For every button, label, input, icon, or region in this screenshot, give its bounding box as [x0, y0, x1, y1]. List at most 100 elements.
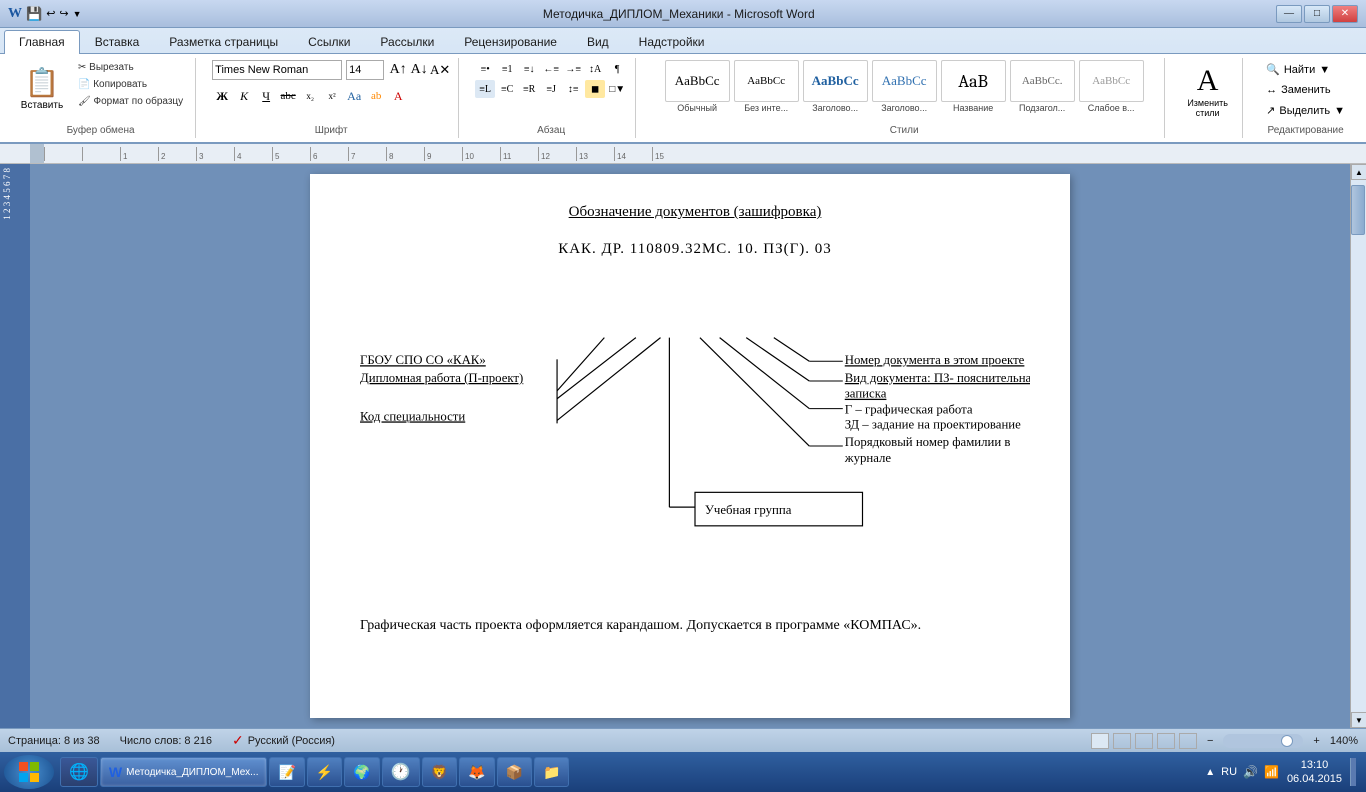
diagram-area: ГБОУ СПО СО «КАК» Дипломная работа (П-пр… [360, 288, 1030, 608]
subscript-button[interactable]: x₂ [300, 86, 320, 106]
main-area: 1 2 3 4 5 6 7 8 Обозначение документов (… [0, 164, 1366, 728]
underline-button[interactable]: Ч [256, 86, 276, 106]
scroll-thumb[interactable] [1351, 185, 1365, 235]
label-kod-text: Код специальности [360, 409, 465, 423]
font-name-row: A↑ A↓ A✕ [212, 60, 450, 80]
style-normal[interactable]: AaBbCс Обычный [665, 60, 730, 113]
zoom-slider[interactable] [1223, 734, 1303, 748]
line-g [720, 338, 810, 409]
clear-format-button[interactable]: A✕ [430, 60, 450, 80]
bullets-button[interactable]: ≡• [475, 60, 495, 78]
align-left-button[interactable]: ≡L [475, 80, 495, 98]
tab-home[interactable]: Главная [4, 30, 80, 54]
cut-button[interactable]: ✂ Вырезать [74, 60, 187, 75]
style-heading1[interactable]: AaBbCс Заголово... [803, 60, 868, 113]
start-button[interactable] [4, 755, 54, 789]
change-styles-label[interactable]: Изменитьстили [1187, 98, 1228, 118]
scroll-area: Обозначение документов (зашифровка) КАК.… [30, 164, 1350, 728]
shrink-font-button[interactable]: A↓ [409, 60, 429, 80]
taskbar-chrome[interactable]: 🌐 [60, 757, 98, 787]
format-painter-button[interactable]: 🖌 Формат по образцу [74, 94, 187, 109]
tab-layout[interactable]: Разметка страницы [154, 30, 293, 53]
tab-mailings[interactable]: Рассылки [365, 30, 449, 53]
style-no-spacing[interactable]: AaBbCс Без инте... [734, 60, 799, 113]
tray-up-arrow-icon[interactable]: ▲ [1205, 767, 1215, 778]
border-button[interactable]: □▼ [607, 80, 627, 98]
style-heading2[interactable]: AaBbCс Заголово... [872, 60, 937, 113]
draft-button[interactable] [1179, 733, 1197, 749]
change-styles-button[interactable]: A [1197, 64, 1219, 98]
qat-dropdown-icon[interactable]: ▼ [73, 9, 82, 19]
copy-button[interactable]: 📄 Копировать [74, 77, 187, 92]
tab-addins[interactable]: Надстройки [624, 30, 720, 53]
align-center-button[interactable]: ≡C [497, 80, 517, 98]
right-scrollbar[interactable]: ▲ ▼ [1350, 164, 1366, 728]
highlight-button[interactable]: ab [366, 86, 386, 106]
tray-icons: ▲ RU 🔊 📶 [1205, 765, 1279, 779]
taskbar-explorer[interactable]: 📁 [534, 757, 569, 787]
font-size-input[interactable] [346, 60, 384, 80]
undo-icon[interactable]: ↩ [46, 7, 55, 20]
select-button[interactable]: ↗ Выделить ▼ [1259, 101, 1352, 120]
ruler-mark-1: 1 [120, 147, 158, 161]
tab-review[interactable]: Рецензирование [449, 30, 572, 53]
sort-button[interactable]: ↕A [585, 60, 605, 78]
increase-indent-button[interactable]: →≡ [563, 60, 583, 78]
scroll-down-button[interactable]: ▼ [1351, 712, 1366, 728]
style-subtle[interactable]: AaBbCс Слабое в... [1079, 60, 1144, 113]
align-right-button[interactable]: ≡R [519, 80, 539, 98]
full-screen-button[interactable] [1113, 733, 1131, 749]
find-button[interactable]: 🔍 Найти ▼ [1259, 60, 1352, 79]
chrome-icon: 🌐 [69, 762, 89, 782]
text-effects-button[interactable]: Aа [344, 86, 364, 106]
maximize-button[interactable]: □ [1304, 5, 1330, 23]
redo-icon[interactable]: ↪ [59, 7, 68, 20]
show-desktop-button[interactable] [1350, 758, 1356, 786]
zoom-in-button[interactable]: + [1313, 735, 1319, 747]
bold-button[interactable]: Ж [212, 86, 232, 106]
tray-volume-icon[interactable]: 🔊 [1243, 765, 1258, 779]
scroll-up-button[interactable]: ▲ [1351, 164, 1366, 180]
taskbar-app3[interactable]: ⚡ [307, 757, 342, 787]
shading-button[interactable]: ◼ [585, 80, 605, 98]
grow-font-button[interactable]: A↑ [388, 60, 408, 80]
replace-button[interactable]: ↔ Заменить [1259, 81, 1352, 99]
font-color-button[interactable]: A [388, 86, 408, 106]
taskbar-app6[interactable]: 🦁 [422, 757, 457, 787]
numbering-button[interactable]: ≡1 [497, 60, 517, 78]
style-subtitle[interactable]: AaBbCс. Подзагол... [1010, 60, 1075, 113]
italic-button[interactable]: К [234, 86, 254, 106]
scroll-track[interactable] [1351, 180, 1366, 712]
tab-references[interactable]: Ссылки [293, 30, 365, 53]
taskbar-word[interactable]: W Методичка_ДИПЛОМ_Мех... [100, 757, 268, 787]
strikethrough-button[interactable]: abc [278, 86, 298, 106]
line-spacing-button[interactable]: ↕≡ [563, 80, 583, 98]
taskbar-notepad[interactable]: 📝 [269, 757, 304, 787]
font-name-input[interactable] [212, 60, 342, 80]
tab-view[interactable]: Вид [572, 30, 624, 53]
outline-button[interactable] [1157, 733, 1175, 749]
line-gbousposo [557, 338, 604, 391]
show-marks-button[interactable]: ¶ [607, 60, 627, 78]
zoom-out-button[interactable]: − [1207, 735, 1213, 747]
zoom-thumb[interactable] [1281, 735, 1293, 747]
taskbar-firefox[interactable]: 🦊 [459, 757, 494, 787]
superscript-button[interactable]: x² [322, 86, 342, 106]
minimize-button[interactable]: — [1276, 5, 1302, 23]
multilevel-button[interactable]: ≡↓ [519, 60, 539, 78]
left-margin: 1 2 3 4 5 6 7 8 [0, 164, 30, 728]
taskbar-app4[interactable]: 🌍 [344, 757, 379, 787]
taskbar-app5[interactable]: 🕐 [382, 757, 420, 787]
style-title[interactable]: AaB Название [941, 60, 1006, 113]
tray-network-icon[interactable]: 📶 [1264, 765, 1279, 779]
justify-button[interactable]: ≡J [541, 80, 561, 98]
save-icon[interactable]: 💾 [26, 6, 42, 22]
close-button[interactable]: ✕ [1332, 5, 1358, 23]
ribbon-content: 📋 Вставить ✂ Вырезать 📄 Копировать 🖌 Фор… [0, 54, 1366, 142]
taskbar-app7[interactable]: 📦 [497, 757, 532, 787]
decrease-indent-button[interactable]: ←≡ [541, 60, 561, 78]
paste-button[interactable]: 📋 Вставить [14, 60, 70, 120]
tab-insert[interactable]: Вставка [80, 30, 155, 53]
web-layout-button[interactable] [1135, 733, 1153, 749]
print-layout-button[interactable] [1091, 733, 1109, 749]
